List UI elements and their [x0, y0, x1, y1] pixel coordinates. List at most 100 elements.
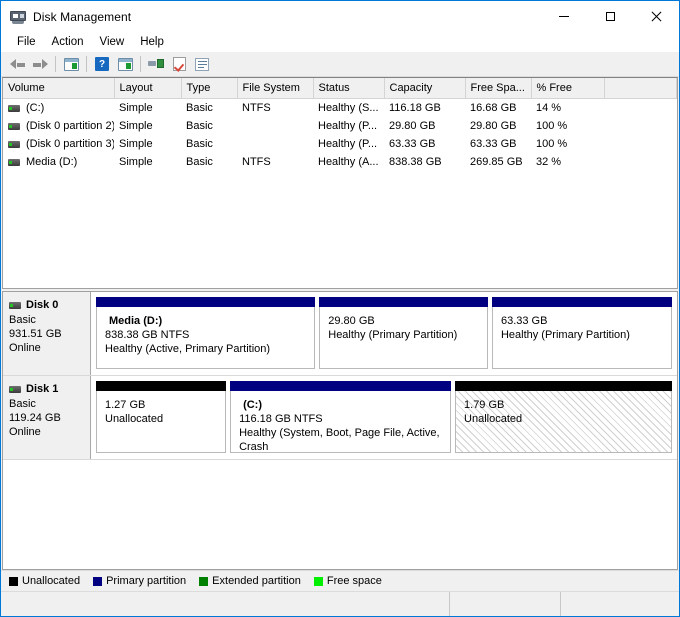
disk-partitions-1: 1.27 GB Unallocated (C:) 116.18 GB NTFS … — [91, 376, 677, 459]
partition-block-unallocated-selected[interactable]: 1.79 GB Unallocated — [455, 381, 672, 453]
partition-block[interactable]: 63.33 GB Healthy (Primary Partition) — [492, 297, 672, 369]
rescan-disks-icon — [148, 58, 164, 70]
window-controls — [541, 1, 679, 32]
partition-size: 29.80 GB — [328, 314, 487, 328]
status-bar-segment-2 — [561, 592, 679, 616]
partition-color-bar — [492, 297, 672, 307]
graphical-view-pane[interactable]: Disk 0 Basic 931.51 GB Online Media (D:)… — [2, 291, 678, 570]
help-topics-button[interactable] — [191, 54, 213, 75]
window-title: Disk Management — [33, 10, 131, 24]
legend-swatch-primary-partition — [93, 577, 102, 586]
volume-name: (Disk 0 partition 3) — [26, 138, 114, 150]
cell-free-space: 63.33 GB — [465, 135, 531, 153]
properties-button[interactable] — [168, 54, 190, 75]
legend-label-primary-partition: Primary partition — [106, 575, 186, 587]
cell-percent-free: 14 % — [531, 99, 604, 118]
menu-help[interactable]: Help — [132, 34, 172, 50]
close-button[interactable] — [633, 1, 679, 32]
volume-name: Media (D:) — [26, 156, 77, 168]
toolbar-separator — [140, 56, 141, 72]
cell-file-system: NTFS — [237, 99, 313, 118]
table-row[interactable]: (Disk 0 partition 2) Simple Basic Health… — [3, 117, 677, 135]
cell-volume: (Disk 0 partition 2) — [3, 117, 114, 135]
maximize-icon — [606, 12, 615, 21]
menu-bar: File Action View Help — [1, 32, 679, 52]
menu-action[interactable]: Action — [44, 34, 92, 50]
show-hide-console-tree-button[interactable] — [60, 54, 82, 75]
disk-type: Basic — [9, 313, 90, 327]
cell-file-system — [237, 117, 313, 135]
legend-item-free-space: Free space — [314, 575, 382, 587]
cell-capacity: 838.38 GB — [384, 153, 465, 171]
partition-color-bar — [455, 381, 672, 391]
partition-block[interactable]: 29.80 GB Healthy (Primary Partition) — [319, 297, 488, 369]
back-arrow-icon — [10, 59, 25, 70]
partition-status: Unallocated — [105, 412, 225, 426]
partition-block[interactable]: (C:) 116.18 GB NTFS Healthy (System, Boo… — [230, 381, 451, 453]
cell-percent-free: 100 % — [531, 117, 604, 135]
partition-title: Media (D:) — [105, 314, 314, 328]
table-row[interactable]: (Disk 0 partition 3) Simple Basic Health… — [3, 135, 677, 153]
column-header-free-space[interactable]: Free Spa... — [465, 78, 531, 99]
partition-block[interactable]: Media (D:) 838.38 GB NTFS Healthy (Activ… — [96, 297, 315, 369]
cell-volume: (C:) — [3, 99, 114, 118]
column-header-status[interactable]: Status — [313, 78, 384, 99]
cell-filler — [604, 135, 677, 153]
disk-management-window: Disk Management File Action View Help ? — [0, 0, 680, 617]
rescan-disks-button[interactable] — [145, 54, 167, 75]
back-button[interactable] — [6, 54, 28, 75]
partition-details: Media (D:) 838.38 GB NTFS Healthy (Activ… — [96, 307, 315, 369]
disk-info-1[interactable]: Disk 1 Basic 119.24 GB Online — [3, 376, 91, 459]
partition-size: 63.33 GB — [501, 314, 671, 328]
partition-status: Healthy (Primary Partition) — [501, 328, 671, 342]
table-row[interactable]: (C:) Simple Basic NTFS Healthy (S... 116… — [3, 99, 677, 118]
cell-filler — [604, 99, 677, 118]
toolbar-separator — [55, 56, 56, 72]
status-bar — [1, 591, 679, 616]
volume-list-pane[interactable]: Volume Layout Type File System Status Ca… — [2, 77, 678, 289]
legend-item-unallocated: Unallocated — [9, 575, 80, 587]
partition-size: 1.27 GB — [105, 398, 225, 412]
partition-status: Healthy (Primary Partition) — [328, 328, 487, 342]
forward-button[interactable] — [29, 54, 51, 75]
partition-block[interactable]: 1.27 GB Unallocated — [96, 381, 226, 453]
show-hide-console-tree-icon — [64, 58, 79, 71]
disk-size: 119.24 GB — [9, 411, 90, 425]
cell-volume: (Disk 0 partition 3) — [3, 135, 114, 153]
disk-info-0[interactable]: Disk 0 Basic 931.51 GB Online — [3, 292, 91, 375]
partition-color-bar — [96, 297, 315, 307]
minimize-button[interactable] — [541, 1, 587, 32]
maximize-button[interactable] — [587, 1, 633, 32]
cell-file-system — [237, 135, 313, 153]
cell-capacity: 116.18 GB — [384, 99, 465, 118]
legend-swatch-free-space — [314, 577, 323, 586]
table-row[interactable]: Media (D:) Simple Basic NTFS Healthy (A.… — [3, 153, 677, 171]
disk-icon — [9, 386, 21, 393]
partition-size: 1.79 GB — [464, 398, 671, 412]
volume-table: Volume Layout Type File System Status Ca… — [3, 78, 677, 171]
column-header-file-system[interactable]: File System — [237, 78, 313, 99]
cell-type: Basic — [181, 117, 237, 135]
disk-state: Online — [9, 341, 90, 355]
volume-name: (Disk 0 partition 2) — [26, 120, 114, 132]
column-header-volume[interactable]: Volume — [3, 78, 114, 99]
column-header-capacity[interactable]: Capacity — [384, 78, 465, 99]
legend-item-primary-partition: Primary partition — [93, 575, 186, 587]
disk-name: Disk 1 — [26, 382, 58, 396]
column-header-type[interactable]: Type — [181, 78, 237, 99]
show-hide-action-pane-button[interactable] — [114, 54, 136, 75]
column-header-percent-free[interactable]: % Free — [531, 78, 604, 99]
forward-arrow-icon — [33, 59, 48, 70]
menu-file[interactable]: File — [9, 34, 44, 50]
partition-details: 1.79 GB Unallocated — [455, 391, 672, 453]
minimize-icon — [559, 16, 569, 17]
help-button[interactable]: ? — [91, 54, 113, 75]
legend-item-extended-partition: Extended partition — [199, 575, 301, 587]
cell-type: Basic — [181, 153, 237, 171]
column-header-layout[interactable]: Layout — [114, 78, 181, 99]
cell-filler — [604, 153, 677, 171]
menu-view[interactable]: View — [92, 34, 133, 50]
cell-status: Healthy (S... — [313, 99, 384, 118]
properties-icon — [173, 57, 186, 71]
cell-volume: Media (D:) — [3, 153, 114, 171]
